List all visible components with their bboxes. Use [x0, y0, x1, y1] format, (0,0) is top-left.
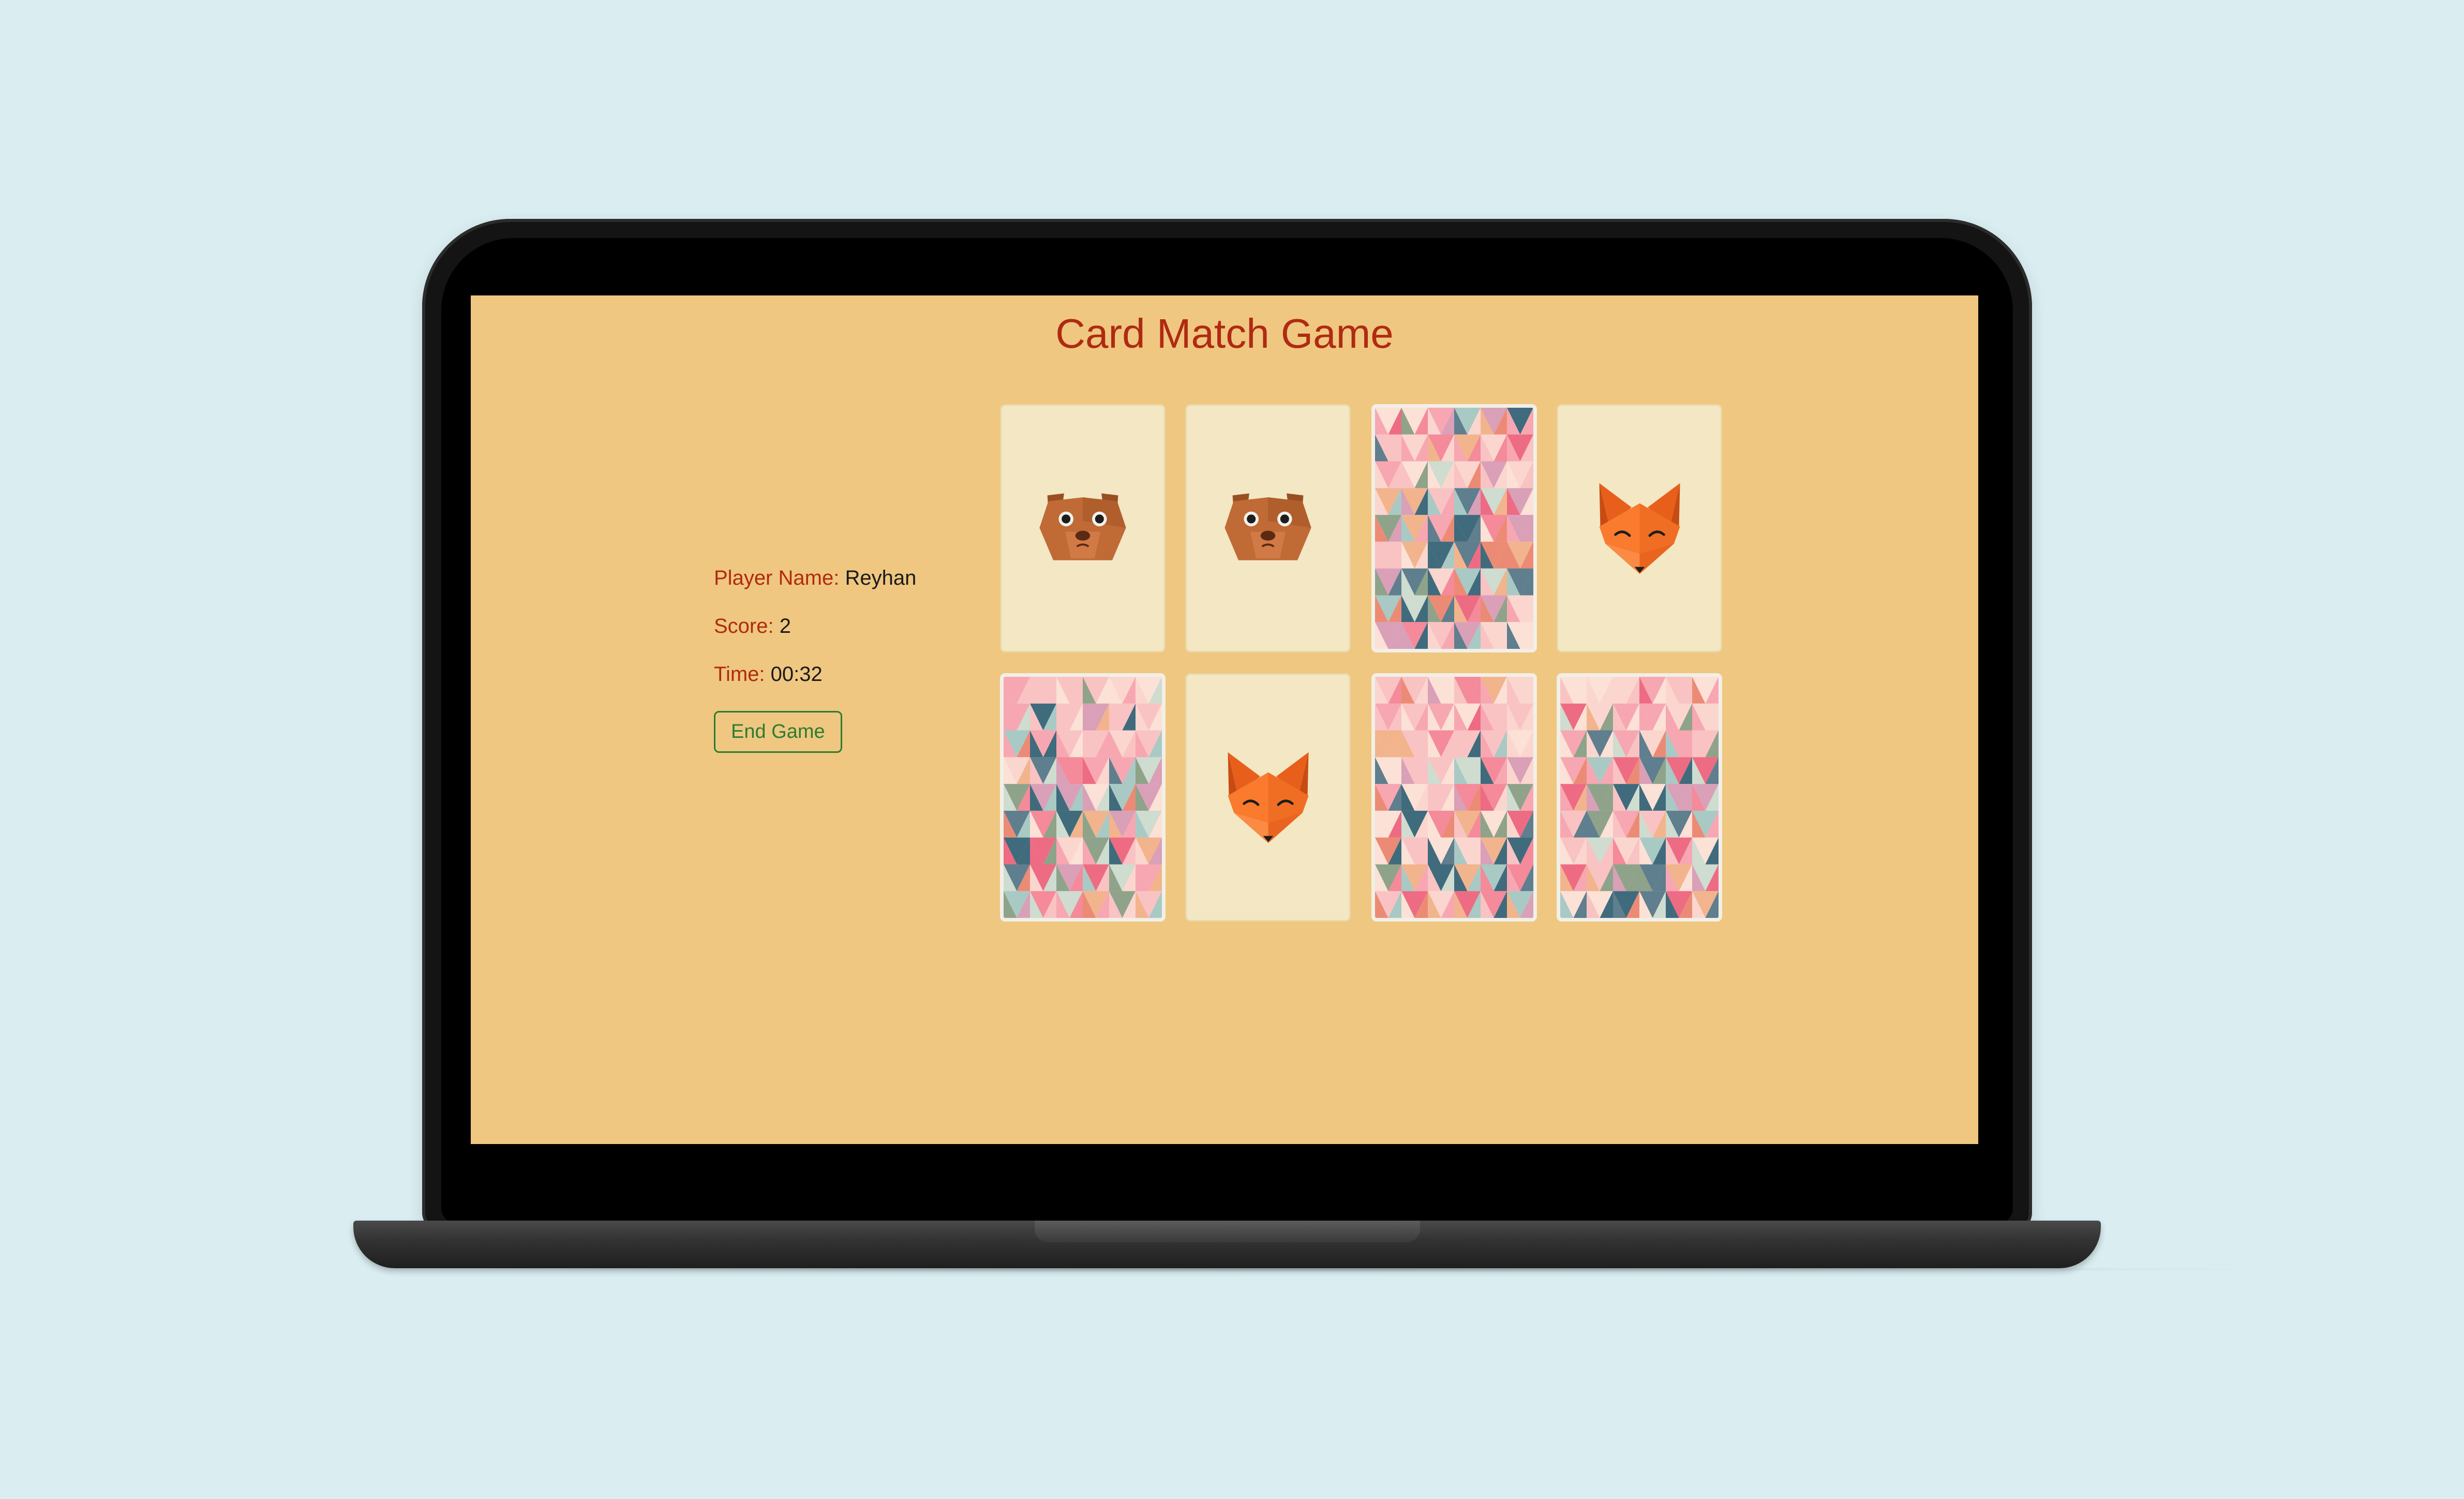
card-bear-face-up[interactable]	[1000, 404, 1166, 652]
card-back-pattern	[1004, 677, 1162, 918]
time-row: Time: 00:32	[714, 661, 983, 709]
end-game-button[interactable]: End Game	[714, 711, 842, 753]
fox-icon	[1218, 747, 1319, 848]
fox-icon	[1589, 478, 1690, 579]
card-face-down[interactable]	[1371, 673, 1537, 922]
laptop-hinge-notch	[1035, 1221, 1420, 1242]
card-back-pattern	[1375, 677, 1533, 918]
page-title: Card Match Game	[1055, 310, 1394, 357]
bear-icon	[1219, 486, 1317, 570]
score-row: Score: 2	[714, 613, 983, 661]
time-value: 00:32	[770, 663, 823, 686]
card-bear-face-up[interactable]	[1185, 404, 1351, 652]
card-back-pattern	[1560, 677, 1719, 918]
player-name-label: Player Name:	[714, 567, 840, 589]
time-label: Time:	[714, 663, 765, 686]
card-face-down[interactable]	[1000, 673, 1166, 922]
game-screen: Card Match Game Player Name: Reyhan Scor…	[471, 295, 1978, 1144]
card-fox-face-up[interactable]	[1557, 404, 1722, 652]
score-value: 2	[779, 615, 791, 637]
card-fox-face-up[interactable]	[1185, 673, 1351, 922]
player-name-value: Reyhan	[845, 567, 917, 589]
card-face-down[interactable]	[1371, 404, 1537, 652]
scene: Card Match Game Player Name: Reyhan Scor…	[0, 0, 2464, 1499]
card-face-down[interactable]	[1557, 673, 1722, 922]
player-info-panel: Player Name: Reyhan Score: 2 Time: 00:32…	[714, 565, 983, 753]
player-name-row: Player Name: Reyhan	[714, 565, 983, 613]
score-label: Score:	[714, 615, 774, 637]
card-back-pattern	[1375, 408, 1533, 649]
bear-icon	[1034, 486, 1132, 570]
